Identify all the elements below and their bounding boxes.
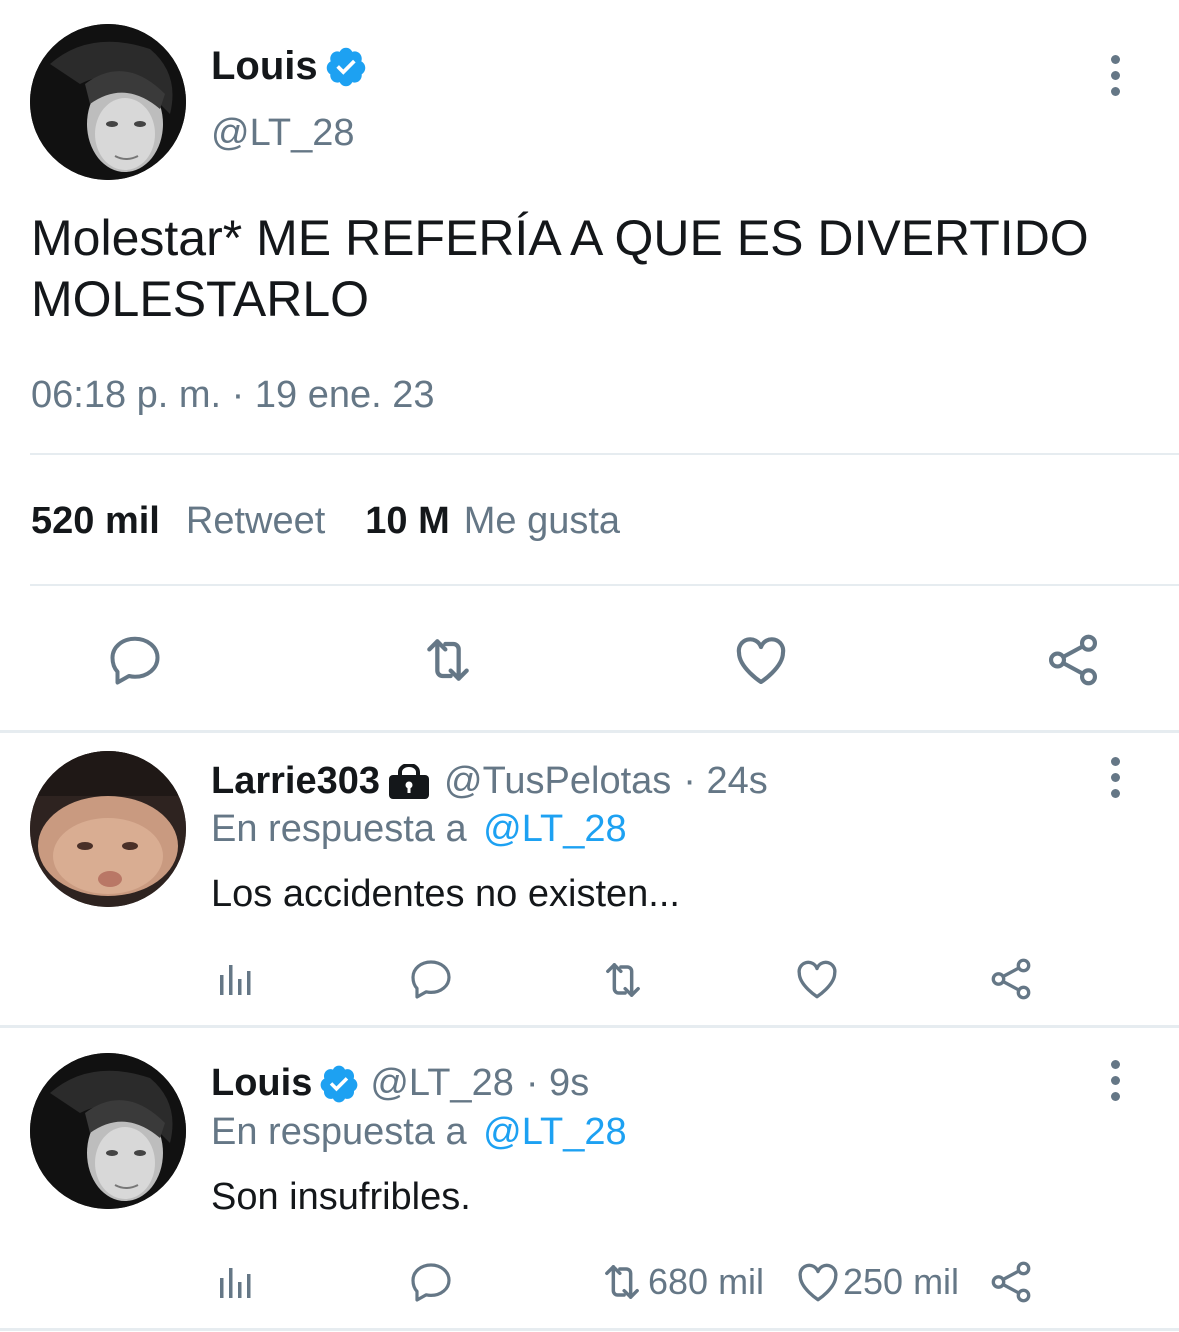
reply-author-handle[interactable]: @TusPelotas <box>444 760 671 803</box>
retweet-count: 680 mil <box>648 1261 765 1302</box>
like-count: 250 mil <box>843 1261 960 1302</box>
verified-badge-icon <box>318 1063 360 1105</box>
divider <box>0 730 1179 733</box>
divider <box>0 1328 1179 1331</box>
reply-header: Louis @LT_28 · 9s <box>211 1062 589 1105</box>
reply-context: En respuesta a @LT_28 <box>211 808 627 851</box>
like-icon <box>793 1257 843 1307</box>
reply-author-name[interactable]: Louis <box>211 1062 312 1105</box>
divider <box>0 1025 1179 1028</box>
share-icon[interactable] <box>1038 625 1108 695</box>
reply-time[interactable]: · 9s <box>526 1062 589 1105</box>
like-icon[interactable] <box>726 625 796 695</box>
retweets-label[interactable]: Retweet <box>186 500 325 543</box>
reply-header: Larrie303 @TusPelotas · 24s <box>211 760 768 803</box>
more-icon[interactable] <box>1095 1050 1135 1110</box>
reply-author-avatar[interactable] <box>30 1053 186 1209</box>
retweets-count[interactable]: 520 mil <box>31 500 160 543</box>
divider <box>30 453 1179 455</box>
reply-to-link[interactable]: @LT_28 <box>483 808 627 850</box>
verified-badge-icon <box>324 45 368 89</box>
more-icon[interactable] <box>1095 747 1135 807</box>
reply-prefix: En respuesta a <box>211 808 467 850</box>
reply-icon[interactable] <box>405 1256 457 1308</box>
reply-icon[interactable] <box>405 953 457 1005</box>
like-icon[interactable] <box>791 953 843 1005</box>
main-tweet-text: Molestar* ME REFERÍA A QUE ES DIVERTIDO … <box>31 210 1089 327</box>
retweet-action[interactable]: 680 mil <box>596 1256 764 1308</box>
reply-icon[interactable] <box>100 625 170 695</box>
main-author-name[interactable]: Louis <box>211 44 318 89</box>
share-icon[interactable] <box>985 1256 1037 1308</box>
analytics-icon[interactable] <box>212 1258 260 1306</box>
retweet-icon[interactable] <box>596 953 650 1007</box>
reply-prefix: En respuesta a <box>211 1111 467 1153</box>
divider <box>30 584 1179 586</box>
reply-to-link[interactable]: @LT_28 <box>483 1111 627 1153</box>
share-icon[interactable] <box>985 953 1037 1005</box>
main-author-avatar[interactable] <box>30 24 186 180</box>
reply-time[interactable]: · 24s <box>683 760 767 803</box>
likes-count[interactable]: 10 M <box>365 500 449 543</box>
reply-author-avatar[interactable] <box>30 751 186 907</box>
reply-context: En respuesta a @LT_28 <box>211 1111 627 1154</box>
like-action[interactable]: 250 mil <box>793 1256 959 1308</box>
reply-author-handle[interactable]: @LT_28 <box>370 1062 514 1105</box>
main-tweet-timestamp[interactable]: 06:18 p. m. · 19 ene. 23 <box>31 374 435 417</box>
likes-label[interactable]: Me gusta <box>464 500 620 543</box>
main-author-name-row[interactable]: Louis <box>211 44 368 89</box>
retweet-icon[interactable] <box>413 625 483 695</box>
reply-author-name[interactable]: Larrie303 <box>211 760 380 803</box>
main-tweet-metrics: 520 mil Retweet 10 M Me gusta <box>31 500 620 543</box>
reply-text: Los accidentes no existen... <box>211 873 680 915</box>
reply-text: Son insufribles. <box>211 1176 471 1218</box>
main-author-handle[interactable]: @LT_28 <box>211 112 355 155</box>
analytics-icon[interactable] <box>212 955 260 1003</box>
retweet-icon <box>596 1256 648 1308</box>
more-icon[interactable] <box>1095 45 1135 105</box>
lock-icon <box>388 763 430 800</box>
